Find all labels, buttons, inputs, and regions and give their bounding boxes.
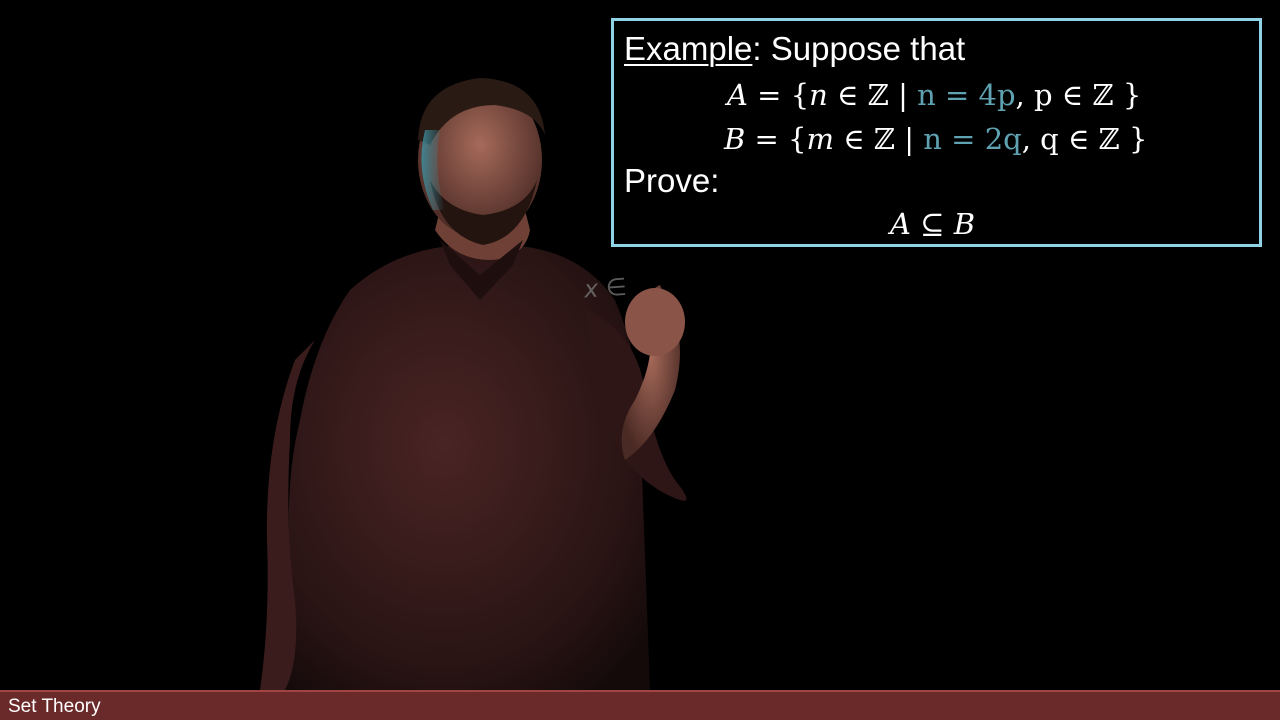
set-b-domain: ∈ ℤ | xyxy=(834,122,924,156)
set-a-close: , p ∈ ℤ } xyxy=(1015,78,1142,112)
example-intro: : Suppose that xyxy=(752,30,966,67)
set-a-domain: ∈ ℤ | xyxy=(827,78,918,112)
example-box: Example: Suppose that A = {n ∈ ℤ | n = 4… xyxy=(611,18,1262,247)
example-label: Example xyxy=(624,30,753,67)
footer-divider xyxy=(0,690,1280,692)
footer-title: Set Theory xyxy=(8,696,101,717)
example-heading: Example: Suppose that xyxy=(624,29,965,69)
set-b-definition: B = {m ∈ ℤ | n = 2q, q ∈ ℤ } xyxy=(724,119,1147,159)
video-frame: x ∈ Example: Suppose that A = {n ∈ ℤ | n… xyxy=(0,0,1280,720)
set-a-open: = { xyxy=(747,78,810,112)
set-a-definition: A = {n ∈ ℤ | n = 4p, p ∈ ℤ } xyxy=(727,75,1141,115)
set-b-variable: m xyxy=(806,122,835,156)
prove-label: Prove: xyxy=(624,162,720,199)
set-a-variable: n xyxy=(809,78,828,112)
subset-claim: A ⊆ B xyxy=(890,204,975,244)
handwritten-note: x ∈ xyxy=(583,272,628,304)
claim-right: B xyxy=(953,207,976,241)
set-a-name: A xyxy=(727,78,748,112)
claim-left: A xyxy=(890,207,911,241)
set-b-close: , q ∈ ℤ } xyxy=(1021,122,1148,156)
claim-operator: ⊆ xyxy=(910,207,954,241)
set-a-condition: n = 4p xyxy=(917,78,1016,112)
set-b-open: = { xyxy=(745,122,807,156)
set-b-condition: n = 2q xyxy=(923,122,1022,156)
footer-bar: Set Theory xyxy=(0,690,1280,720)
set-b-name: B xyxy=(724,122,746,156)
